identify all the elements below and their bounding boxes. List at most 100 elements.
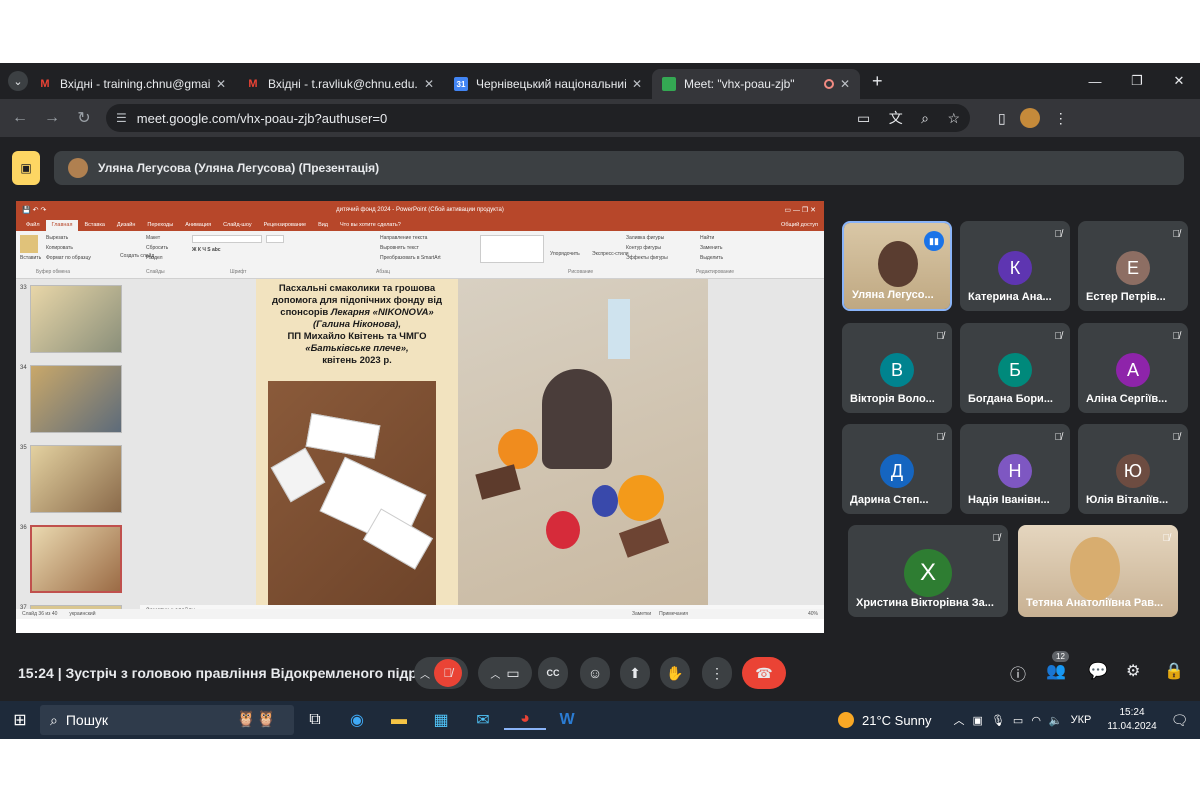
language-indicator[interactable]: УКР (1071, 714, 1092, 726)
info-icon[interactable]: ⓘ (1010, 661, 1026, 685)
edge-icon[interactable]: ◉ (336, 710, 378, 730)
font-format-buttons[interactable]: Ж К Ч S abc (192, 247, 221, 253)
weather-widget[interactable]: 21°C Sunny (838, 712, 932, 728)
mail-icon[interactable]: ✉ (462, 710, 504, 730)
microphone-icon[interactable]: 🎙 (991, 714, 1005, 727)
close-icon[interactable]: ✕ (632, 77, 642, 91)
people-icon[interactable]: 👥 (1046, 663, 1066, 680)
copy-button[interactable]: Копировать (46, 245, 73, 251)
menu-icon[interactable]: ⋮ (1054, 110, 1068, 127)
comments-toggle[interactable]: Примечания (659, 611, 688, 617)
file-explorer-icon[interactable]: ▬ (378, 711, 420, 729)
font-size-field[interactable] (266, 235, 284, 243)
select-button[interactable]: Выделить (700, 255, 723, 261)
ppt-tab[interactable]: Главная (45, 220, 79, 231)
tab-gmail-1[interactable]: M Вхідні - training.chnu@gmail.co ✕ (28, 69, 236, 99)
present-button[interactable]: ⬆ (620, 657, 650, 689)
hang-up-icon[interactable]: ☎ (755, 665, 772, 682)
close-icon[interactable]: ✕ (840, 77, 850, 91)
ppt-tab[interactable]: Анимация (179, 220, 217, 231)
font-name-field[interactable] (192, 235, 262, 243)
slide-thumbnail-selected[interactable] (30, 525, 122, 593)
participant-tile[interactable]: 🎙̸ Ю Юлія Віталіїв... (1078, 424, 1188, 514)
close-icon[interactable]: ✕ (424, 77, 434, 91)
ppt-tab[interactable]: Слайд-шоу (217, 220, 258, 231)
zoom-level[interactable]: 40% (808, 611, 818, 617)
reactions-button[interactable]: ☺ (580, 657, 610, 689)
side-panel-icon[interactable]: ▯ (998, 110, 1006, 127)
chevron-up-icon[interactable]: ︿ (954, 712, 965, 728)
text-direction-button[interactable]: Направление текста (380, 235, 427, 241)
participant-tile[interactable]: 🎙̸ В Вікторія Воло... (842, 323, 952, 413)
participant-tile[interactable]: 🎙̸ А Аліна Сергіїв... (1078, 323, 1188, 413)
wifi-icon[interactable]: ◠ (1031, 714, 1041, 727)
windows-start-icon[interactable]: ⊞ (0, 710, 40, 730)
quick-styles-button[interactable]: Экспресс-стили (592, 251, 629, 257)
chat-icon[interactable]: 💬 (1088, 661, 1108, 681)
slide-thumbnail[interactable] (30, 445, 122, 513)
minimize-icon[interactable]: — (1074, 74, 1116, 89)
current-slide[interactable]: Пасхальні смаколики та грошова допомога … (256, 279, 708, 605)
leave-call-button[interactable]: ☎ (742, 657, 786, 689)
chevron-up-icon[interactable]: ︿ (420, 666, 430, 681)
arrange-button[interactable]: Упорядочить (550, 251, 580, 257)
hand-icon[interactable]: ✋ (666, 665, 683, 682)
taskbar-clock[interactable]: 15:24 11.04.2024 (1107, 706, 1156, 734)
shape-fill-button[interactable]: Заливка фигуры (626, 235, 664, 241)
close-icon[interactable]: ✕ (216, 77, 226, 91)
paste-icon[interactable] (20, 235, 38, 253)
ppt-tab[interactable]: Вставка (78, 220, 110, 231)
participant-tile[interactable]: 🎙̸ Тетяна Анатоліївна Рав... (1018, 525, 1178, 617)
profile-avatar[interactable] (1019, 108, 1040, 128)
forward-icon[interactable]: → (36, 109, 68, 127)
slide-thumbnail[interactable] (30, 285, 122, 353)
captions-button[interactable]: CC (538, 657, 568, 689)
smartart-button[interactable]: Преобразовать в SmartArt (380, 255, 441, 261)
ppt-tab[interactable]: Файл (20, 220, 46, 231)
find-button[interactable]: Найти (700, 235, 714, 241)
close-window-icon[interactable]: ✕ (1158, 73, 1200, 89)
meet-tray-icon[interactable]: ▣ (973, 714, 983, 727)
paste-label[interactable]: Вставить (20, 255, 41, 261)
reset-button[interactable]: Сбросить (146, 245, 168, 251)
layout-button[interactable]: Макет (146, 235, 160, 241)
battery-icon[interactable]: ▭ (1013, 714, 1023, 727)
participant-tile[interactable]: 🎙̸ Е Естер Петрів... (1078, 221, 1188, 311)
task-view-icon[interactable]: ⧉ (294, 711, 336, 729)
participant-tile[interactable]: 🎙̸ К Катерина Ана... (960, 221, 1070, 311)
cut-button[interactable]: Вырезать (46, 235, 68, 241)
volume-icon[interactable]: 🔈 (1049, 714, 1063, 727)
taskbar-search[interactable]: ⌕ Пошук 🦉🦉 (40, 705, 294, 735)
captions-icon[interactable]: CC (547, 668, 560, 678)
participant-tile[interactable]: ▮▮ Уляна Легусо... (842, 221, 952, 311)
raise-hand-button[interactable]: ✋ (660, 657, 690, 689)
notes-toggle[interactable]: Заметки (632, 611, 651, 617)
presentation-icon[interactable]: ▣ (12, 151, 40, 185)
camera-icon[interactable]: ▭ (857, 110, 870, 126)
more-vert-icon[interactable]: ⋮ (710, 665, 724, 682)
ppt-tab[interactable]: Дизайн (111, 220, 142, 231)
chevron-up-icon[interactable]: ︿ (490, 666, 500, 681)
tab-meet[interactable]: Meet: "vhx-poau-zjb" ✕ (652, 69, 860, 99)
participant-tile[interactable]: 🎙̸ Н Надія Іванівн... (960, 424, 1070, 514)
mic-off-icon[interactable]: 🎙̸ (434, 659, 462, 687)
replace-button[interactable]: Заменить (700, 245, 722, 251)
reload-icon[interactable]: ↻ (68, 108, 100, 128)
emoji-icon[interactable]: ☺ (588, 665, 602, 681)
people-button[interactable]: 👥 12 (1046, 651, 1069, 681)
slide-thumbnail[interactable] (30, 365, 122, 433)
zoom-icon[interactable]: ⌕ (921, 110, 929, 126)
section-button[interactable]: Раздел (146, 255, 163, 261)
shape-outline-button[interactable]: Контур фигуры (626, 245, 661, 251)
mic-toggle-button[interactable]: ︿ 🎙̸ (414, 657, 468, 689)
camera-icon[interactable]: ▭ (506, 665, 519, 682)
bookmark-star-icon[interactable]: ☆ (947, 110, 960, 126)
translate-icon[interactable]: 文 (889, 110, 903, 126)
shapes-gallery[interactable] (480, 235, 544, 263)
participant-tile[interactable]: 🎙̸ Х Христина Вікторівна За... (848, 525, 1008, 617)
host-controls-icon[interactable]: 🔒 (1164, 661, 1184, 681)
tab-gmail-2[interactable]: M Вхідні - t.ravliuk@chnu.edu.ua ✕ (236, 69, 444, 99)
present-screen-icon[interactable]: ⬆ (629, 665, 641, 682)
camera-toggle-button[interactable]: ︿ ▭ (478, 657, 532, 689)
tab-university[interactable]: 31 Чернівецький національний у ✕ (444, 69, 652, 99)
